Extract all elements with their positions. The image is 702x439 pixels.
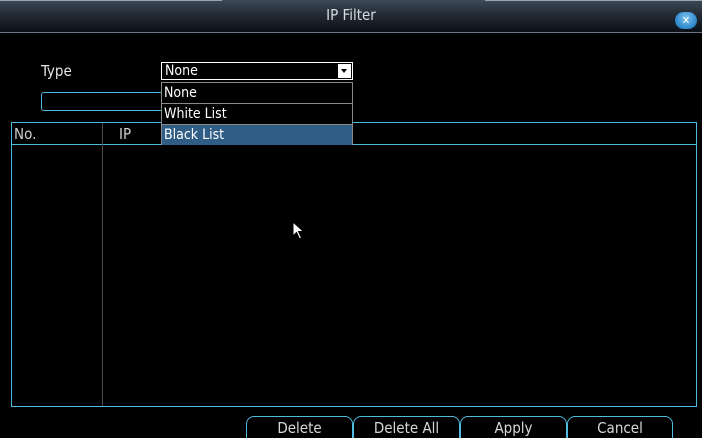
column-header-ip: IP [119, 125, 132, 143]
title-bar: IP Filter ✕ [0, 0, 702, 33]
dropdown-option-none[interactable]: None [162, 83, 352, 103]
dialog-title: IP Filter [326, 6, 376, 24]
type-select[interactable]: None [161, 62, 353, 80]
ip-address-input[interactable] [41, 92, 166, 111]
dropdown-option-black-list[interactable]: Black List [162, 125, 352, 145]
type-label: Type [41, 62, 72, 80]
column-header-no: No. [14, 125, 37, 143]
apply-button[interactable]: Apply [460, 416, 567, 438]
cancel-button[interactable]: Cancel [567, 416, 673, 438]
table-header: No. IP [12, 123, 696, 145]
chevron-down-icon[interactable] [338, 64, 351, 78]
mouse-pointer-icon [292, 221, 305, 240]
type-select-value: None [165, 63, 198, 79]
column-divider [102, 123, 103, 406]
delete-all-button[interactable]: Delete All [353, 416, 460, 438]
delete-button[interactable]: Delete [246, 416, 353, 438]
ip-filter-dialog: IP Filter ✕ Type None No. IP None White … [0, 0, 702, 438]
close-icon[interactable]: ✕ [675, 12, 697, 29]
type-dropdown-list: None White List Black List [161, 82, 353, 145]
ip-table: No. IP [11, 122, 697, 407]
dropdown-option-white-list[interactable]: White List [162, 104, 352, 124]
